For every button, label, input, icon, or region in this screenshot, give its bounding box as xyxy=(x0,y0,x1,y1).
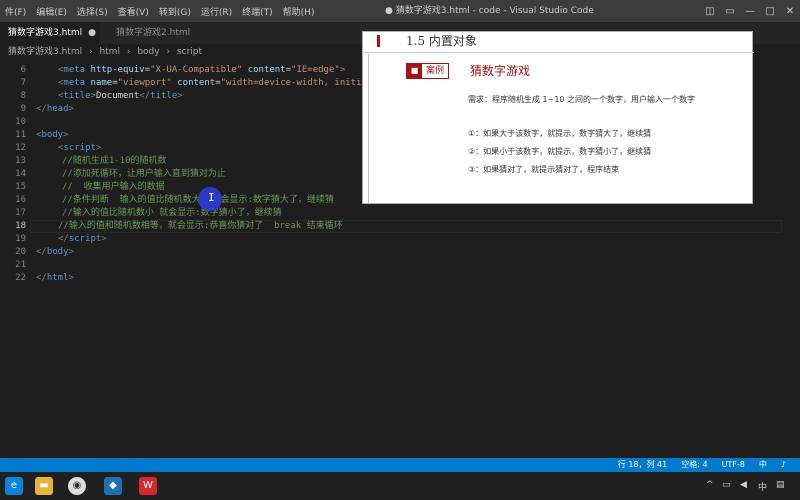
slide-requirement: 需求：程序随机生成 1~10 之间的一个数字，用户输入一个数字 xyxy=(468,95,696,104)
menu-selection[interactable]: 选择(S) xyxy=(72,5,113,18)
status-bar: 行 18，列 41 空格: 4 UTF-8 中 ♪ xyxy=(0,458,800,472)
breadcrumb-file[interactable]: 猜数字游戏3.html xyxy=(8,47,82,57)
tab-guess-game-3[interactable]: 猜数字游戏3.html ● xyxy=(0,22,100,44)
case-title: 猜数字游戏 xyxy=(470,64,531,78)
code-line[interactable]: </script> xyxy=(58,233,107,246)
slide-accent-bar xyxy=(377,35,380,47)
wps-office-icon[interactable]: W xyxy=(139,477,157,495)
encoding[interactable]: UTF-8 xyxy=(722,458,745,472)
line-number: 8 xyxy=(20,91,26,101)
menu-view[interactable]: 查看(V) xyxy=(113,5,154,18)
code-line[interactable]: <meta http-equiv="X-UA-Compatible" conte… xyxy=(58,64,345,77)
lesson-slide: 1.5 内置对象 ■ 案例 猜数字游戏 需求：程序随机生成 1~10 之间的一个… xyxy=(362,31,754,204)
line-number: 7 xyxy=(20,78,26,88)
layout-toggle-icon[interactable]: ◫ xyxy=(700,6,720,17)
code-line[interactable]: <title>Document</title> xyxy=(58,90,183,103)
code-line[interactable]: </head> xyxy=(36,103,74,116)
window-controls: ◫ ▭ — □ ✕ xyxy=(700,0,800,22)
chevron-right-icon: › xyxy=(166,47,171,57)
menu-file[interactable]: 件(F) xyxy=(0,5,31,18)
file-explorer-icon[interactable]: ▬ xyxy=(35,477,53,495)
chevron-right-icon: › xyxy=(126,47,131,57)
breadcrumb-script[interactable]: script xyxy=(177,47,202,57)
cursor-position[interactable]: 行 18，列 41 xyxy=(618,458,667,472)
line-number: 9 xyxy=(20,104,26,114)
menu-help[interactable]: 帮助(H) xyxy=(278,5,320,18)
breadcrumb-body[interactable]: body xyxy=(137,47,159,57)
code-line[interactable]: <script> xyxy=(58,142,101,155)
audio-icon[interactable]: ♪ xyxy=(781,458,786,472)
slide-divider xyxy=(368,54,369,204)
menu-terminal[interactable]: 终端(T) xyxy=(237,5,278,18)
line-number-current: 18 xyxy=(15,221,26,231)
tab-label: 猜数字游戏2.html xyxy=(116,28,191,38)
slide-heading: 1.5 内置对象 xyxy=(406,34,477,48)
line-number: 16 xyxy=(15,195,26,205)
line-number: 15 xyxy=(15,182,26,192)
line-number: 10 xyxy=(15,117,26,127)
maximize-icon[interactable]: □ xyxy=(760,6,780,17)
line-number: 22 xyxy=(15,273,26,283)
line-number: 11 xyxy=(15,130,26,140)
breadcrumb-html[interactable]: html xyxy=(99,47,120,57)
code-line[interactable]: <meta name="viewport" content="width=dev… xyxy=(58,77,367,90)
code-comment[interactable]: //随机生成1-10的随机数 xyxy=(62,155,167,168)
slide-divider xyxy=(363,52,754,53)
unsaved-dot-icon[interactable]: ● xyxy=(88,28,96,38)
case-badge: ■ 案例 xyxy=(406,63,450,79)
code-comment[interactable]: //输入的值比随机数小 就会显示:数字猜小了，继续猜 xyxy=(62,207,282,220)
speaker-icon[interactable]: ◀ xyxy=(740,480,747,490)
line-number: 14 xyxy=(15,169,26,179)
line-number: 12 xyxy=(15,143,26,153)
taskbar: e ▬ ◉ ◆ W ^ ▭ ◀ 中 ▤ xyxy=(0,472,800,500)
edge-browser-icon[interactable]: e xyxy=(5,477,23,495)
code-line[interactable]: </body> xyxy=(36,246,74,259)
line-number: 13 xyxy=(15,156,26,166)
chevron-right-icon: › xyxy=(88,47,93,57)
vscode-icon[interactable]: ◆ xyxy=(104,477,122,495)
tab-label: 猜数字游戏3.html xyxy=(8,28,83,38)
ime-icon[interactable]: 中 xyxy=(758,480,767,493)
close-icon[interactable]: ✕ xyxy=(780,6,800,17)
slide-item: ③：如果猜对了，就提示猜对了，程序结束 xyxy=(468,165,620,174)
notification-icon[interactable]: ▤ xyxy=(776,480,785,490)
code-comment[interactable]: //输入的值和随机数相等，就会显示:恭喜你猜对了 break 结束循环 xyxy=(58,220,343,233)
slide-item: ②：如果小于该数字，就提示，数字猜小了，继续猜 xyxy=(468,147,652,156)
window-title: ● 猜数字游戏3.html - code - Visual Studio Cod… xyxy=(385,6,594,16)
case-label: 案例 xyxy=(426,66,445,76)
code-line[interactable]: </html> xyxy=(36,272,74,285)
text-cursor-icon: I xyxy=(208,191,215,204)
line-number: 19 xyxy=(15,234,26,244)
code-comment[interactable]: // 收集用户输入的数据 xyxy=(62,181,165,194)
menu-run[interactable]: 运行(R) xyxy=(196,5,237,18)
menu-edit[interactable]: 编辑(E) xyxy=(31,5,72,18)
code-line[interactable]: <body> xyxy=(36,129,69,142)
menu-go[interactable]: 转到(G) xyxy=(154,5,196,18)
title-bar: 件(F) 编辑(E) 选择(S) 查看(V) 转到(G) 运行(R) 终端(T)… xyxy=(0,0,800,22)
slide-item: ①：如果大于该数字，就提示，数字猜大了，继续猜 xyxy=(468,129,652,138)
minimize-icon[interactable]: — xyxy=(740,6,760,17)
panel-toggle-icon[interactable]: ▭ xyxy=(720,6,740,17)
line-number: 20 xyxy=(15,247,26,257)
line-number: 17 xyxy=(15,208,26,218)
line-number: 21 xyxy=(15,260,26,270)
tray-chevron-up-icon[interactable]: ^ xyxy=(706,480,714,490)
ime-indicator[interactable]: 中 xyxy=(759,458,767,472)
chrome-browser-icon[interactable]: ◉ xyxy=(68,477,86,495)
network-icon[interactable]: ▭ xyxy=(722,480,731,490)
book-icon: ■ xyxy=(407,64,422,78)
code-comment[interactable]: //添加死循环，让用户输入直到猜对为止 xyxy=(62,168,226,181)
tab-guess-game-2[interactable]: 猜数字游戏2.html xyxy=(108,22,198,44)
indent-setting[interactable]: 空格: 4 xyxy=(681,458,707,472)
menu-bar: 件(F) 编辑(E) 选择(S) 查看(V) 转到(G) 运行(R) 终端(T)… xyxy=(0,0,319,22)
line-number: 6 xyxy=(20,65,26,75)
